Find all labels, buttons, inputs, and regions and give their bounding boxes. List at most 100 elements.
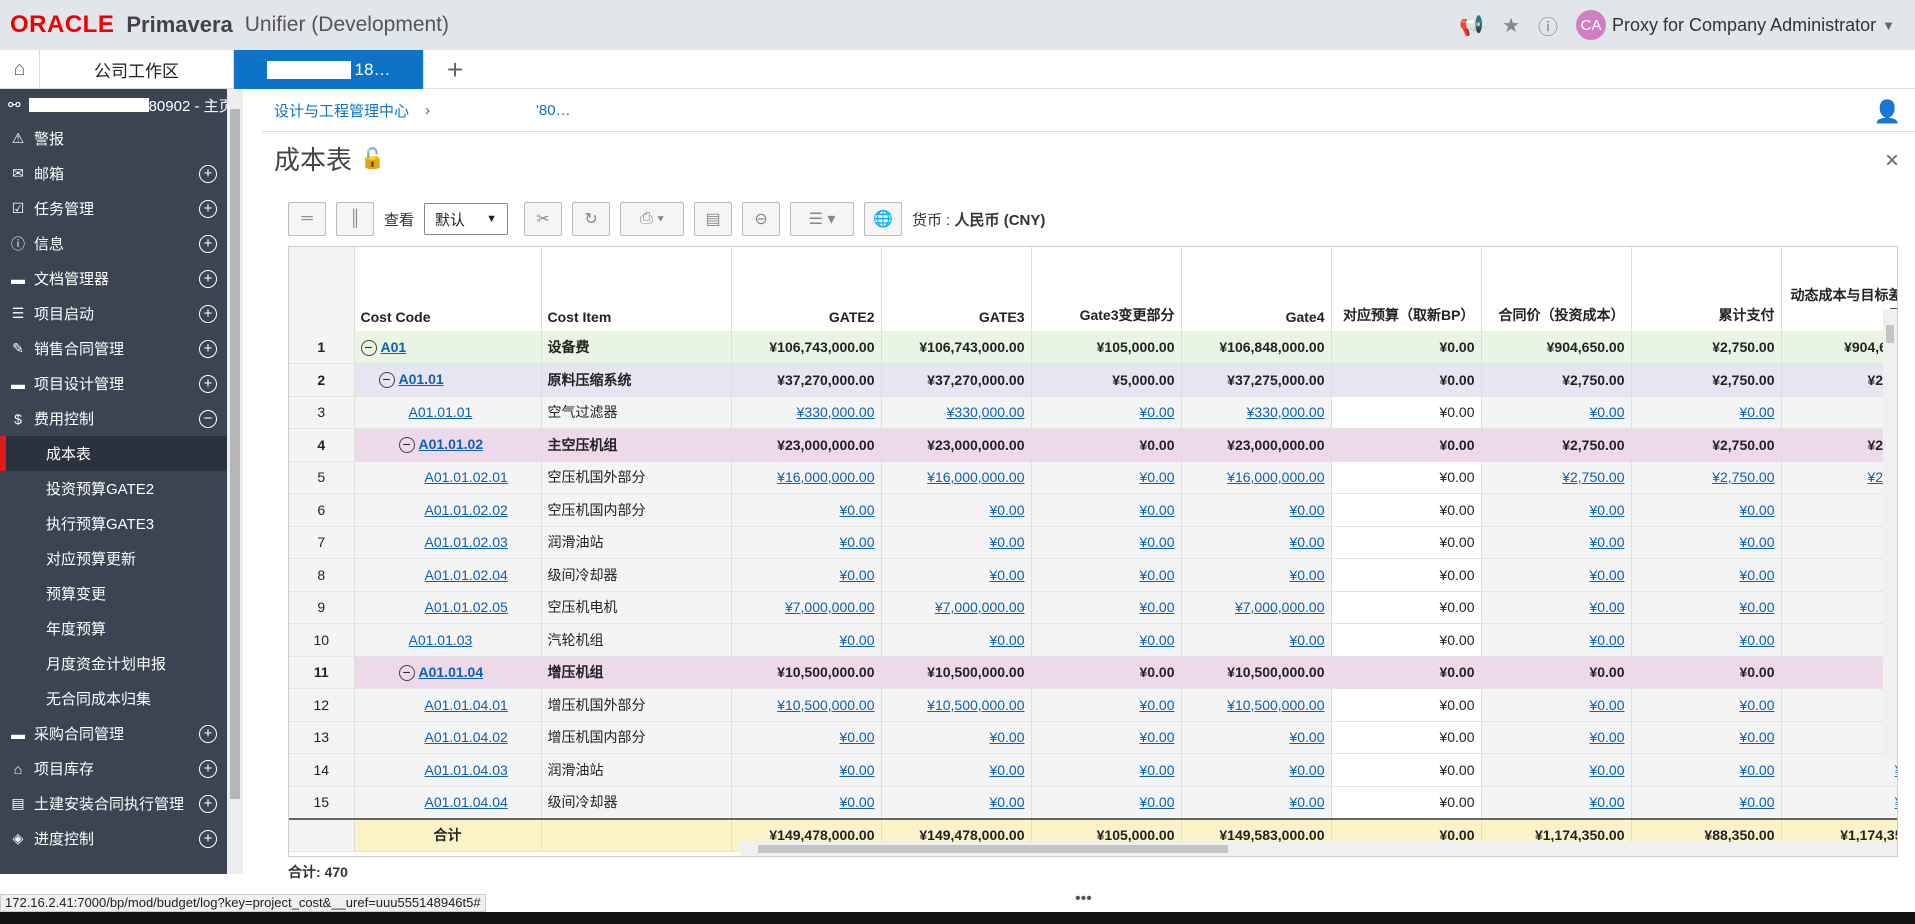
value-link[interactable]: ¥ <box>1895 794 1897 810</box>
sidebar-subitem[interactable]: 无合同成本归集 <box>0 681 243 716</box>
value-link[interactable]: ¥2,750.00 <box>1562 469 1624 485</box>
table-row[interactable]: 6 A01.01.02.02 空压机国内部分 ¥0.00 ¥0.00 ¥0.00 ¥0.00… <box>289 493 1897 527</box>
cost-code-cell[interactable]: A01.01.01 <box>354 396 542 429</box>
cost-code-link[interactable]: A01.01 <box>399 371 444 387</box>
value-cell[interactable]: ¥2,750.00 <box>1631 461 1782 494</box>
value-cell[interactable]: ¥0.00 <box>1181 623 1332 657</box>
value-link[interactable]: ¥2,750.00 <box>1712 469 1774 485</box>
value-link[interactable]: ¥0.00 <box>839 632 874 648</box>
value-cell[interactable]: ¥0.00 <box>1181 558 1332 592</box>
cost-code-link[interactable]: A01.01.04 <box>419 664 484 680</box>
value-link[interactable]: ¥0.00 <box>1139 599 1174 615</box>
cost-code-link[interactable]: A01.01.01 <box>409 404 473 420</box>
expand-toggle-icon[interactable]: + <box>199 164 217 183</box>
value-link[interactable]: ¥0.00 <box>1289 729 1324 745</box>
value-link[interactable]: ¥0.00 <box>1589 697 1624 713</box>
value-link[interactable]: ¥0.00 <box>989 794 1024 810</box>
value-cell[interactable]: ¥ <box>1781 688 1897 722</box>
value-link[interactable]: ¥0.00 <box>1739 697 1774 713</box>
value-link[interactable]: ¥0.00 <box>1139 534 1174 550</box>
value-link[interactable]: ¥0.00 <box>1589 534 1624 550</box>
cost-code-cell[interactable]: A01.01.04.03 <box>354 753 542 787</box>
menu-icon[interactable]: ☰ ▾ <box>790 202 855 236</box>
value-link[interactable]: ¥0.00 <box>1589 762 1624 778</box>
vertical-scrollbar[interactable] <box>1883 309 1897 759</box>
value-link[interactable]: ¥0.00 <box>1289 534 1324 550</box>
cost-code-link[interactable]: A01.01.02.02 <box>425 502 508 518</box>
value-cell[interactable]: ¥ <box>1781 493 1897 527</box>
table-row[interactable]: 11− A01.01.04 增压机组 ¥10,500,000.00 ¥10,500,00… <box>289 656 1897 689</box>
value-link[interactable]: ¥0.00 <box>1739 794 1774 810</box>
cost-code-cell[interactable]: A01.01.02.05 <box>354 591 542 624</box>
table-row[interactable]: 2− A01.01 原料压缩系统 ¥37,270,000.00 ¥37,270,000.… <box>289 363 1897 397</box>
sidebar-subitem[interactable]: 月度资金计划申报 <box>0 646 243 681</box>
expand-toggle-icon[interactable]: + <box>199 304 217 323</box>
cost-code-cell[interactable]: A01.01.02.01 <box>354 461 542 494</box>
value-cell[interactable]: ¥0.00 <box>881 493 1032 527</box>
value-cell[interactable]: ¥0.00 <box>881 753 1032 787</box>
value-link[interactable]: ¥330,000.00 <box>1247 404 1325 420</box>
cost-code-link[interactable]: A01.01.04.03 <box>425 762 508 778</box>
horizontal-scrollbar[interactable] <box>740 842 1897 856</box>
value-link[interactable]: ¥0.00 <box>839 534 874 550</box>
value-cell[interactable]: ¥2,75 <box>1781 461 1897 494</box>
value-cell[interactable]: ¥7,000,000.00 <box>731 591 882 624</box>
remove-icon[interactable]: ⊖ <box>742 202 781 236</box>
column-header[interactable]: Gate4 <box>1181 247 1332 331</box>
value-link[interactable]: ¥0.00 <box>839 729 874 745</box>
cost-code-link[interactable]: A01.01.02.04 <box>425 567 508 583</box>
cost-code-cell[interactable]: A01.01.04.01 <box>354 688 542 722</box>
cost-code-cell[interactable]: A01.01.02.04 <box>354 558 542 592</box>
column-header[interactable]: 合同价（投资成本） <box>1481 247 1632 331</box>
value-cell[interactable]: ¥ <box>1781 786 1897 819</box>
value-cell[interactable]: ¥0.00 <box>731 558 882 592</box>
home-icon[interactable]: ⌂ <box>0 50 40 89</box>
table-row[interactable]: 10 A01.01.03 汽轮机组 ¥0.00 ¥0.00 ¥0.00 ¥0.00 ¥0.00… <box>289 623 1897 657</box>
value-link[interactable]: ¥0.00 <box>1139 729 1174 745</box>
value-cell[interactable]: ¥0.00 <box>1631 558 1782 592</box>
value-cell[interactable]: ¥0.00 <box>1631 786 1782 819</box>
value-link[interactable]: ¥10,500,000.00 <box>927 697 1024 713</box>
value-link[interactable]: ¥0.00 <box>1589 794 1624 810</box>
value-link[interactable]: ¥16,000,000.00 <box>927 469 1024 485</box>
add-tab-icon[interactable]: + <box>424 50 486 89</box>
value-link[interactable]: ¥0.00 <box>1139 502 1174 518</box>
value-cell[interactable]: ¥0.00 <box>1031 461 1182 494</box>
value-cell[interactable]: ¥0.00 <box>1031 396 1182 429</box>
value-link[interactable]: ¥0.00 <box>989 729 1024 745</box>
cost-code-link[interactable]: A01.01.04.02 <box>425 729 508 745</box>
value-link[interactable]: ¥0.00 <box>989 534 1024 550</box>
value-cell[interactable]: ¥0.00 <box>1181 721 1332 754</box>
sidebar-subitem[interactable]: 成本表 <box>0 436 243 471</box>
value-cell[interactable]: ¥10,500,000.00 <box>731 688 882 722</box>
value-cell[interactable]: ¥0.00 <box>731 786 882 819</box>
value-link[interactable]: ¥0.00 <box>989 632 1024 648</box>
collapse-icon[interactable]: − <box>398 437 415 454</box>
value-cell[interactable]: ¥0.00 <box>731 753 882 787</box>
cost-code-cell[interactable]: − A01.01 <box>354 363 542 397</box>
value-link[interactable]: ¥7,000,000.00 <box>785 599 875 615</box>
value-cell[interactable]: ¥0.00 <box>731 721 882 754</box>
cost-code-cell[interactable]: A01.01.02.02 <box>354 493 542 527</box>
cost-code-cell[interactable]: A01.01.02.03 <box>354 526 542 559</box>
value-link[interactable]: ¥0.00 <box>1139 632 1174 648</box>
sidebar-item[interactable]: ⓘ 信息 + <box>0 226 243 261</box>
table-row[interactable]: 15 A01.01.04.04 级间冷却器 ¥0.00 ¥0.00 ¥0.00 ¥0.00 ¥… <box>289 786 1897 819</box>
sidebar-item[interactable]: ▬ 项目设计管理 + <box>0 366 243 401</box>
collapse-icon[interactable]: − <box>378 372 395 389</box>
sidebar-item[interactable]: ☑ 任务管理 + <box>0 191 243 226</box>
value-cell[interactable]: ¥10,500,000.00 <box>881 688 1032 722</box>
value-cell[interactable]: ¥0.00 <box>1631 591 1782 624</box>
value-link[interactable]: ¥0.00 <box>1589 729 1624 745</box>
value-cell[interactable]: ¥0.00 <box>1481 721 1632 754</box>
expand-toggle-icon[interactable]: + <box>199 724 217 743</box>
table-row[interactable]: 3 A01.01.01 空气过滤器 ¥330,000.00 ¥330,000.00 ¥0.… <box>289 396 1897 429</box>
cost-code-link[interactable]: A01.01.02 <box>419 436 484 452</box>
value-cell[interactable]: ¥0.00 <box>1031 526 1182 559</box>
value-cell[interactable]: ¥0.00 <box>881 526 1032 559</box>
report-icon[interactable]: ▤ <box>694 202 733 236</box>
value-cell[interactable]: ¥0.00 <box>1631 526 1782 559</box>
expand-toggle-icon[interactable]: + <box>199 794 217 813</box>
value-link[interactable]: ¥0.00 <box>1139 469 1174 485</box>
sidebar-item[interactable]: ◈ 进度控制 + <box>0 821 243 856</box>
